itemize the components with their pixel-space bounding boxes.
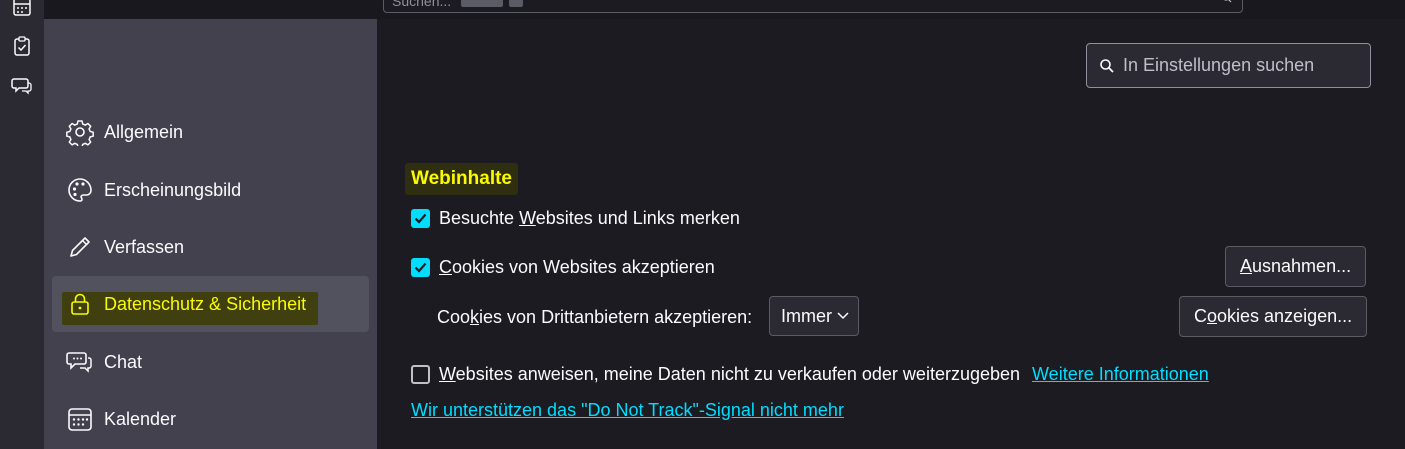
accept-cookies-row[interactable]: Cookies von Websites akzeptieren [411, 256, 715, 278]
spaces-toolbar [0, 0, 44, 449]
chat-icon[interactable] [11, 74, 33, 96]
tasks-icon[interactable] [11, 35, 33, 57]
cookie-exceptions-button[interactable]: Ausnahmen... [1225, 246, 1367, 287]
accept-cookies-checkbox[interactable] [411, 257, 430, 277]
dnt-row: Wir unterstützen das "Do Not Track"-Sign… [411, 399, 844, 421]
settings-category-sidebar: Allgemein Erscheinungsbild Verfassen Dat… [44, 19, 377, 449]
sidebar-item-privacy-security[interactable]: Datenschutz & Sicherheit [52, 276, 369, 332]
checkmark-icon [414, 213, 427, 224]
sidebar-item-label: Allgemein [104, 121, 184, 142]
search-icon [1224, 0, 1232, 3]
sidebar-item-chat[interactable]: Chat [52, 334, 369, 390]
more-info-link[interactable]: Weitere Informationen [1032, 364, 1209, 385]
shortcut-key-chip [509, 0, 524, 8]
sidebar-item-calendar[interactable]: Kalender [52, 391, 369, 447]
third-party-cookies-label: Coo k ies von Drittanbietern akzeptieren: [437, 306, 753, 327]
sidebar-item-general[interactable]: Allgemein [52, 104, 369, 160]
sidebar-item-label: Chat [104, 351, 143, 372]
calendar-icon[interactable] [11, 0, 33, 18]
global-search-placeholder: Suchen... [392, 0, 452, 9]
settings-search-input[interactable] [1123, 44, 1363, 87]
accept-cookies-label: Cookies von Websites akzeptieren [439, 256, 715, 277]
calendar-icon [68, 408, 92, 431]
do-not-track-info-link[interactable]: Wir unterstützen das "Do Not Track"-Sign… [411, 400, 844, 421]
sidebar-item-label: Erscheinungsbild [104, 179, 242, 200]
do-not-sell-checkbox[interactable] [411, 364, 430, 384]
sidebar-item-appearance[interactable]: Erscheinungsbild [52, 162, 369, 218]
show-cookies-button[interactable]: Cookies anzeigen... [1179, 296, 1368, 337]
sidebar-item-label: Datenschutz & Sicherheit [104, 293, 307, 314]
sidebar-item-label: Verfassen [104, 236, 185, 257]
do-not-sell-label: Websites anweisen, meine Daten nicht zu … [439, 363, 1021, 384]
shortcut-key-chip [461, 0, 504, 8]
third-party-cookies-value: Immer [781, 306, 832, 326]
remember-visited-checkbox[interactable] [411, 208, 430, 228]
lock-icon [71, 293, 89, 315]
chevron-down-icon [837, 312, 849, 320]
gear-icon [66, 120, 94, 146]
third-party-cookies-select[interactable]: Immer [769, 296, 859, 336]
sidebar-item-compose[interactable]: Verfassen [52, 219, 369, 275]
settings-search-field[interactable] [1086, 43, 1371, 88]
global-search-input[interactable]: Suchen... [383, 0, 1243, 13]
remember-visited-row[interactable]: Besuchte Websites und Links merken [411, 207, 740, 229]
search-icon [1100, 59, 1114, 73]
section-heading-web-content: Webinhalte [405, 163, 518, 195]
sidebar-item-label: Kalender [104, 408, 177, 429]
pencil-icon [70, 237, 90, 257]
chat-bubbles-icon [66, 352, 92, 373]
do-not-sell-row[interactable]: Websites anweisen, meine Daten nicht zu … [411, 363, 1209, 385]
palette-icon [68, 178, 92, 202]
remember-visited-label: Besuchte Websites und Links merken [439, 207, 740, 228]
checkmark-icon [414, 262, 427, 273]
